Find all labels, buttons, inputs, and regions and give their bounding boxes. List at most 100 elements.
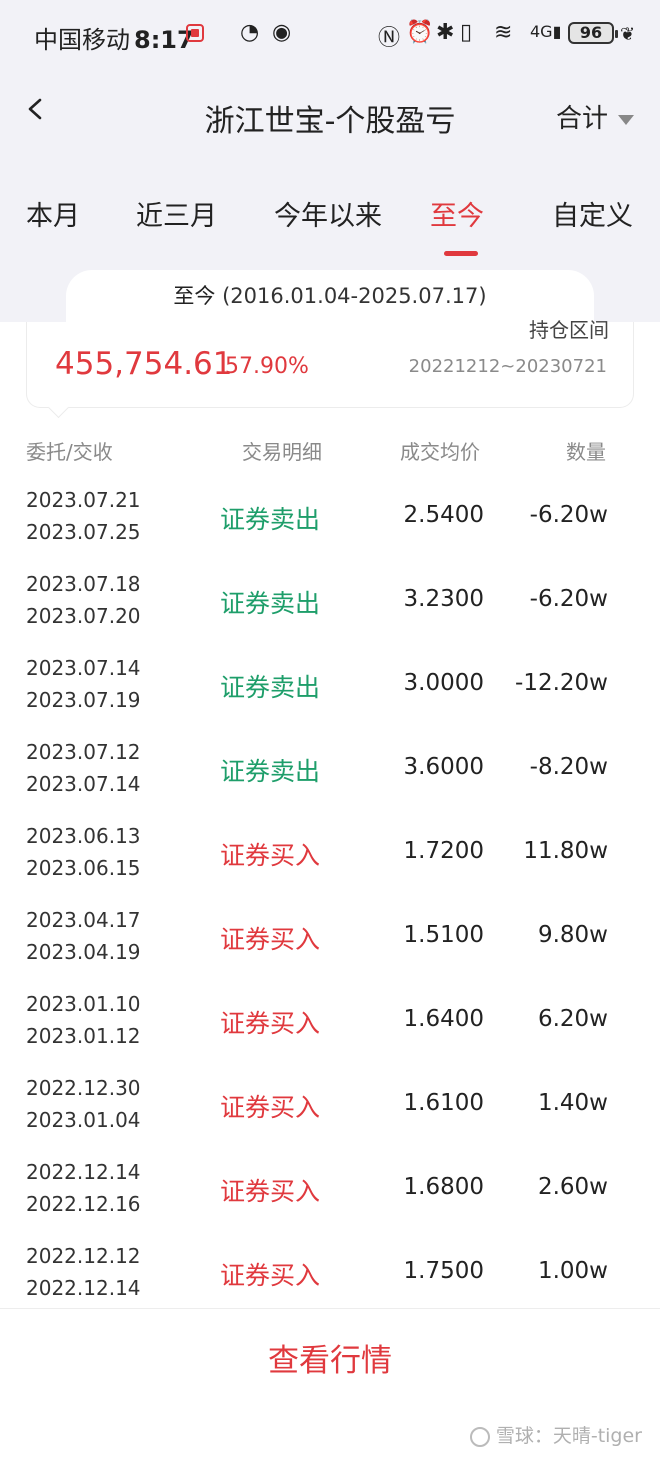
clock: 8:17 xyxy=(134,26,194,54)
quantity: -6.20w xyxy=(529,502,608,528)
tab-year-to-date[interactable]: 今年以来 xyxy=(274,194,382,233)
watermark-text: 雪球：天晴-tiger xyxy=(495,1425,642,1447)
quantity: 1.00w xyxy=(537,1258,608,1284)
quantity: 9.80w xyxy=(537,922,608,948)
settle-date: 2023.01.12 xyxy=(26,1024,141,1048)
order-date: 2023.04.17 xyxy=(26,908,141,932)
quantity: 1.40w xyxy=(537,1090,608,1116)
order-date: 2023.06.13 xyxy=(26,824,141,848)
carrier-time: 中国移动 8:17 xyxy=(34,20,194,55)
header-date: 委托/交收 xyxy=(26,440,113,464)
avg-price: 3.0000 xyxy=(403,670,484,696)
trade-type: 证券卖出 xyxy=(220,757,321,786)
settle-date: 2022.12.14 xyxy=(26,1276,141,1300)
trade-type: 证券卖出 xyxy=(220,505,321,534)
avg-price: 1.6100 xyxy=(403,1090,484,1116)
active-tab-indicator xyxy=(444,251,478,256)
profit-percent: 57.90% xyxy=(225,354,309,379)
nfc-icon: Ⓝ xyxy=(378,26,401,51)
profit-summary-card: 持仓区间 455,754.61 57.90% 20221212~20230721 xyxy=(26,318,634,419)
nav-bar: 浙江世宝-个股盈亏 合计 xyxy=(0,80,660,150)
settle-date: 2023.07.20 xyxy=(26,604,141,628)
trade-type: 证券买入 xyxy=(220,925,321,954)
screen-record-icon xyxy=(186,24,204,42)
period-tabs: 本月 近三月 今年以来 至今 自定义 xyxy=(0,190,660,256)
total-dropdown[interactable]: 合计 xyxy=(556,98,634,135)
quantity: 2.60w xyxy=(537,1174,608,1200)
vibrate-icon: ▯ xyxy=(460,20,473,45)
total-dropdown-label: 合计 xyxy=(555,104,608,134)
snowball-logo-icon xyxy=(469,1426,490,1447)
header-detail: 交易明细 xyxy=(242,440,322,464)
quantity: 6.20w xyxy=(537,1006,608,1032)
clipped-label: 持仓区间 xyxy=(529,318,609,342)
wifi-icon: ≋ xyxy=(494,20,513,45)
table-header: 委托/交收 交易明细 成交均价 数量 xyxy=(0,436,660,466)
tab-this-month[interactable]: 本月 xyxy=(26,194,80,233)
quantity: 11.80w xyxy=(523,838,608,864)
settle-date: 2023.07.19 xyxy=(26,688,141,712)
order-date: 2022.12.30 xyxy=(26,1076,141,1100)
profit-amount: 455,754.61 xyxy=(55,346,233,382)
table-row[interactable]: 2023.07.18 2023.07.20 证券卖出 3.2300 -6.20w xyxy=(0,566,660,650)
settle-date: 2023.06.15 xyxy=(26,856,141,880)
leaf-icon: ❦ xyxy=(620,24,636,45)
battery-icon: 96 xyxy=(568,22,618,44)
trade-type: 证券买入 xyxy=(220,841,321,870)
avg-price: 1.6400 xyxy=(403,1006,484,1032)
avg-price: 1.7200 xyxy=(403,838,484,864)
header-quantity: 数量 xyxy=(566,440,606,464)
table-row[interactable]: 2023.07.21 2023.07.25 证券卖出 2.5400 -6.20w xyxy=(0,482,660,566)
order-date: 2023.07.12 xyxy=(26,740,141,764)
table-row[interactable]: 2022.12.30 2023.01.04 证券买入 1.6100 1.40w xyxy=(0,1070,660,1154)
table-row[interactable]: 2023.07.12 2023.07.14 证券卖出 3.6000 -8.20w xyxy=(0,734,660,818)
holding-period: 20221212~20230721 xyxy=(408,356,607,377)
avg-price: 3.2300 xyxy=(403,586,484,612)
table-row[interactable]: 2022.12.14 2022.12.16 证券买入 1.6800 2.60w xyxy=(0,1154,660,1238)
tab-last-three-months[interactable]: 近三月 xyxy=(136,194,217,233)
card-pointer xyxy=(47,396,70,419)
trade-type: 证券买入 xyxy=(220,1093,321,1122)
alarm-icon: ⏰ xyxy=(406,20,434,45)
settle-date: 2022.12.16 xyxy=(26,1192,141,1216)
trade-type: 证券买入 xyxy=(220,1261,321,1290)
eye-icon: ◉ xyxy=(272,20,292,45)
avg-price: 3.6000 xyxy=(403,754,484,780)
order-date: 2022.12.12 xyxy=(26,1244,141,1268)
table-row[interactable]: 2023.07.14 2023.07.19 证券卖出 3.0000 -12.20… xyxy=(0,650,660,734)
date-range-label: 至今 (2016.01.04-2025.07.17) xyxy=(66,270,594,322)
avg-price: 1.7500 xyxy=(403,1258,484,1284)
table-row[interactable]: 2023.01.10 2023.01.12 证券买入 1.6400 6.20w xyxy=(0,986,660,1070)
bottom-bar: 查看行情 雪球：天晴-tiger xyxy=(0,1308,660,1457)
bluetooth-icon: ✱ xyxy=(436,20,455,45)
avg-price: 1.5100 xyxy=(403,922,484,948)
settle-date: 2023.07.25 xyxy=(26,520,141,544)
order-date: 2023.07.21 xyxy=(26,488,141,512)
trade-type: 证券买入 xyxy=(220,1009,321,1038)
trade-type: 证券卖出 xyxy=(220,589,321,618)
header-avg-price: 成交均价 xyxy=(400,440,480,464)
dropdown-triangle-icon xyxy=(618,114,634,125)
order-date: 2023.01.10 xyxy=(26,992,141,1016)
carrier-name: 中国移动 xyxy=(34,26,130,54)
signal-4g-icon: 4G▮ xyxy=(530,22,562,41)
trade-type: 证券卖出 xyxy=(220,673,321,702)
table-row[interactable]: 2023.04.17 2023.04.19 证券买入 1.5100 9.80w xyxy=(0,902,660,986)
settle-date: 2023.07.14 xyxy=(26,772,141,796)
tab-all-time[interactable]: 至今 xyxy=(430,194,484,233)
trade-list: 2023.07.21 2023.07.25 证券卖出 2.5400 -6.20w… xyxy=(0,482,660,1322)
battery-level: 96 xyxy=(579,23,603,42)
quantity: -6.20w xyxy=(529,586,608,612)
tab-custom[interactable]: 自定义 xyxy=(552,194,633,233)
data-saver-icon: ◔ xyxy=(240,20,260,45)
order-date: 2022.12.14 xyxy=(26,1160,141,1184)
avg-price: 1.6800 xyxy=(403,1174,484,1200)
settle-date: 2023.04.19 xyxy=(26,940,141,964)
view-quotes-button[interactable]: 查看行情 xyxy=(0,1335,660,1380)
table-row[interactable]: 2023.06.13 2023.06.15 证券买入 1.7200 11.80w xyxy=(0,818,660,902)
status-bar: 中国移动 8:17 ◔ ◉ Ⓝ ⏰ ✱ ▯ ≋ 4G▮ 96 ❦ xyxy=(0,0,660,70)
order-date: 2023.07.14 xyxy=(26,656,141,680)
order-date: 2023.07.18 xyxy=(26,572,141,596)
watermark: 雪球：天晴-tiger xyxy=(469,1421,642,1448)
settle-date: 2023.01.04 xyxy=(26,1108,141,1132)
